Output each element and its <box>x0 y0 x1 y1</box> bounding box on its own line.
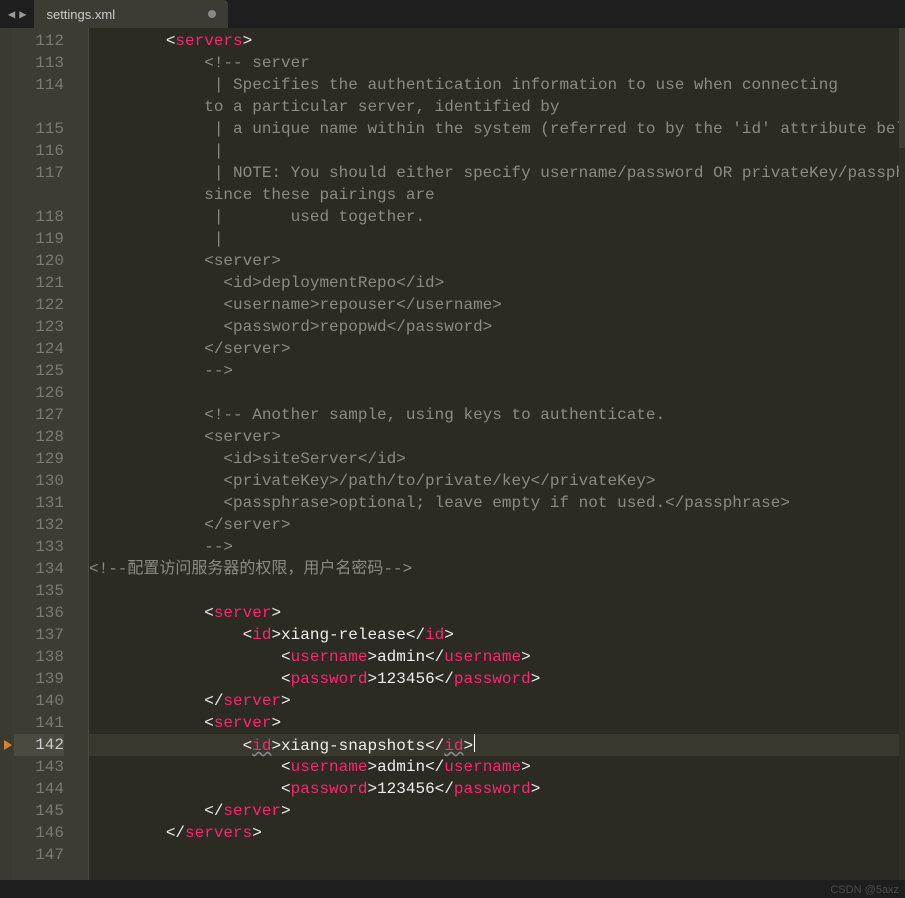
code-line[interactable]: --> <box>89 536 905 558</box>
code-line[interactable]: <username>admin</username> <box>89 756 905 778</box>
code-line[interactable]: <password>repopwd</password> <box>89 316 905 338</box>
code-line[interactable] <box>89 382 905 404</box>
code-line[interactable]: <id>siteServer</id> <box>89 448 905 470</box>
line-number: 118 <box>14 206 64 228</box>
code-line[interactable]: | a unique name within the system (refer… <box>89 118 905 140</box>
dirty-dot-icon <box>208 10 216 18</box>
line-number: 121 <box>14 272 64 294</box>
line-number: 130 <box>14 470 64 492</box>
code-line[interactable]: | NOTE: You should either specify userna… <box>89 162 905 184</box>
code-line[interactable]: </servers> <box>89 822 905 844</box>
line-number: 134 <box>14 558 64 580</box>
editor-pane: 1121131141151161171181191201211221231241… <box>0 28 905 880</box>
code-line[interactable]: | Specifies the authentication informati… <box>89 74 905 96</box>
line-number: 142 <box>14 734 64 756</box>
line-number: 143 <box>14 756 64 778</box>
line-number: 114 <box>14 74 64 96</box>
watermark: CSDN @5axz <box>830 884 899 896</box>
code-line[interactable]: <privateKey>/path/to/private/key</privat… <box>89 470 905 492</box>
code-line[interactable]: <server> <box>89 602 905 624</box>
code-line[interactable]: <servers> <box>89 30 905 52</box>
line-number: 131 <box>14 492 64 514</box>
fold-column <box>70 28 89 880</box>
code-line[interactable]: | used together. <box>89 206 905 228</box>
line-number: 123 <box>14 316 64 338</box>
code-line[interactable]: <!-- Another sample, using keys to authe… <box>89 404 905 426</box>
code-line[interactable]: <server> <box>89 426 905 448</box>
code-line[interactable]: <!--配置访问服务器的权限，用户名密码--> <box>89 558 905 580</box>
line-number: 113 <box>14 52 64 74</box>
code-line[interactable] <box>89 580 905 602</box>
minimap-viewport[interactable] <box>899 28 905 148</box>
line-number: 146 <box>14 822 64 844</box>
line-number: 145 <box>14 800 64 822</box>
code-line[interactable]: </server> <box>89 514 905 536</box>
code-line[interactable]: <id>xiang-snapshots</id> <box>89 734 905 756</box>
code-line[interactable]: <password>123456</password> <box>89 668 905 690</box>
line-number: 137 <box>14 624 64 646</box>
line-number: 136 <box>14 602 64 624</box>
code-line[interactable]: </server> <box>89 338 905 360</box>
code-line[interactable]: </server> <box>89 690 905 712</box>
code-line[interactable]: </server> <box>89 800 905 822</box>
line-number: 128 <box>14 426 64 448</box>
code-line[interactable]: <id>xiang-release</id> <box>89 624 905 646</box>
code-line[interactable]: <username>admin</username> <box>89 646 905 668</box>
line-number: 139 <box>14 668 64 690</box>
code-line[interactable]: <password>123456</password> <box>89 778 905 800</box>
line-number: 133 <box>14 536 64 558</box>
code-line[interactable]: <id>deploymentRepo</id> <box>89 272 905 294</box>
code-line[interactable]: <username>repouser</username> <box>89 294 905 316</box>
line-number: 112 <box>14 30 64 52</box>
text-cursor <box>474 734 475 752</box>
code-line[interactable]: <server> <box>89 712 905 734</box>
code-line[interactable]: since these pairings are <box>89 184 905 206</box>
line-number: 115 <box>14 118 64 140</box>
line-number: 132 <box>14 514 64 536</box>
line-number: 117 <box>14 162 64 184</box>
line-number: 144 <box>14 778 64 800</box>
left-stripe <box>0 28 12 880</box>
line-number: 147 <box>14 844 64 866</box>
line-number: 141 <box>14 712 64 734</box>
code-line[interactable]: <passphrase>optional; leave empty if not… <box>89 492 905 514</box>
code-line[interactable] <box>89 844 905 866</box>
tab-label: settings.xml <box>46 7 198 22</box>
code-line[interactable]: | <box>89 228 905 250</box>
code-line[interactable]: | <box>89 140 905 162</box>
line-number: 116 <box>14 140 64 162</box>
code-line[interactable]: to a particular server, identified by <box>89 96 905 118</box>
line-number: 127 <box>14 404 64 426</box>
line-number: 124 <box>14 338 64 360</box>
line-number: 140 <box>14 690 64 712</box>
code-line[interactable]: <!-- server <box>89 52 905 74</box>
line-number <box>14 96 64 118</box>
nav-arrows: ◀ ▶ <box>8 7 26 22</box>
code-area[interactable]: <servers> <!-- server | Specifies the au… <box>89 28 905 880</box>
nav-forward-icon[interactable]: ▶ <box>19 7 26 22</box>
line-number: 126 <box>14 382 64 404</box>
line-number: 138 <box>14 646 64 668</box>
line-number: 122 <box>14 294 64 316</box>
tab-settings-xml[interactable]: settings.xml <box>34 0 228 28</box>
minimap[interactable] <box>899 28 905 880</box>
nav-back-icon[interactable]: ◀ <box>8 7 15 22</box>
line-number: 125 <box>14 360 64 382</box>
line-number-gutter: 1121131141151161171181191201211221231241… <box>12 28 70 880</box>
code-line[interactable]: <server> <box>89 250 905 272</box>
bottom-strip <box>0 880 905 898</box>
code-line[interactable]: --> <box>89 360 905 382</box>
line-number: 129 <box>14 448 64 470</box>
title-bar: ◀ ▶ settings.xml <box>0 0 905 28</box>
line-number: 135 <box>14 580 64 602</box>
line-number: 120 <box>14 250 64 272</box>
line-number <box>14 184 64 206</box>
line-number: 119 <box>14 228 64 250</box>
